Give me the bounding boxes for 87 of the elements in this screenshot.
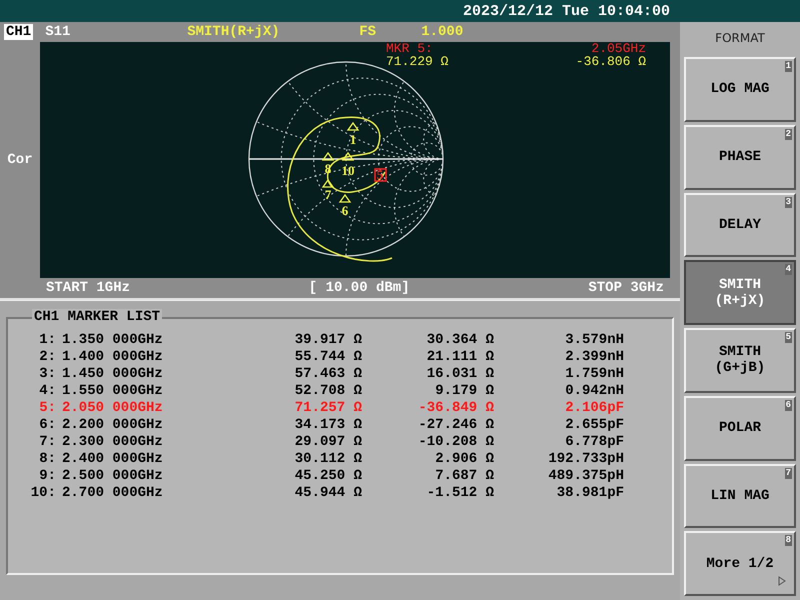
key-number: 3 bbox=[784, 196, 792, 208]
resistance-value: 34.173 Ω bbox=[294, 416, 362, 432]
reactance-value: -36.849 Ω bbox=[417, 400, 494, 416]
equivalent-value: 0.942nH bbox=[564, 382, 624, 398]
equivalent-value: 2.399nH bbox=[564, 348, 624, 364]
marker-label: 5 bbox=[376, 167, 384, 182]
marker-frequency: 2.700 000GHz bbox=[61, 484, 164, 500]
reactance-value: -27.246 Ω bbox=[417, 416, 494, 432]
marker-label: 10 bbox=[342, 163, 354, 178]
softkey-button[interactable]: PHASE 2 bbox=[684, 124, 796, 190]
channel-label: CH1 bbox=[4, 24, 34, 40]
start-frequency: START 1GHz bbox=[46, 280, 130, 296]
resistance-value: 39.917 Ω bbox=[294, 332, 362, 348]
reactance-value: -10.208 Ω bbox=[417, 434, 494, 450]
marker-frequency: 2.500 000GHz bbox=[61, 468, 164, 484]
menu-title: FORMAT bbox=[714, 30, 766, 47]
correction-label: Cor bbox=[7, 152, 33, 168]
reactance-value: 16.031 Ω bbox=[426, 366, 494, 382]
marker-number: 9: bbox=[38, 468, 56, 484]
softkey-button[interactable]: DELAY 3 bbox=[684, 192, 796, 258]
marker-number: 3: bbox=[38, 366, 56, 382]
resistance-value: 57.463 Ω bbox=[294, 366, 362, 382]
marker-label: 6 bbox=[342, 203, 348, 218]
reactance-value: 21.111 Ω bbox=[426, 348, 494, 364]
key-number: 5 bbox=[784, 332, 792, 343]
key-number: 7 bbox=[784, 468, 792, 478]
reactance-value: 30.364 Ω bbox=[426, 332, 494, 348]
equivalent-value: 489.375pH bbox=[547, 468, 624, 484]
marker-frequency: 1.400 000GHz bbox=[61, 348, 164, 364]
triangle-icon bbox=[778, 576, 786, 586]
marker-reactance: -36.806 Ω bbox=[576, 55, 646, 68]
date-time: 2023/12/12 Tue 10:04:00 bbox=[462, 2, 670, 20]
key-number: 1 bbox=[784, 61, 792, 72]
softkey-button[interactable]: POLAR 6 bbox=[684, 396, 796, 460]
parameter-label: S11 bbox=[45, 24, 72, 40]
marker-number: 6: bbox=[38, 416, 56, 432]
resistance-value: 29.097 Ω bbox=[294, 434, 362, 450]
equivalent-value: 2.106pF bbox=[564, 400, 624, 416]
marker-frequency: 2.300 000GHz bbox=[61, 434, 164, 450]
marker-number: 2: bbox=[38, 348, 56, 364]
resistance-value: 55.744 Ω bbox=[294, 348, 362, 364]
marker-label: 7 bbox=[324, 187, 332, 202]
power-level: [ 10.00 dBm] bbox=[308, 280, 410, 296]
equivalent-value: 38.981pF bbox=[556, 484, 624, 500]
resistance-value: 45.250 Ω bbox=[294, 468, 362, 484]
softkey-button[interactable]: LIN MAG 7 bbox=[684, 464, 796, 528]
marker-frequency: 2.400 000GHz bbox=[61, 450, 164, 466]
key-number: 8 bbox=[784, 535, 792, 546]
reactance-value: 7.687 Ω bbox=[434, 468, 494, 484]
scale-value: 1.000 bbox=[421, 24, 464, 40]
softkey-button[interactable]: SMITH (G+jB) 5 bbox=[684, 328, 796, 393]
marker-frequency: 2.05GHz bbox=[591, 42, 646, 55]
equivalent-value: 6.778pF bbox=[564, 434, 624, 450]
marker-frequency: 1.350 000GHz bbox=[61, 332, 164, 348]
marker-frequency: 1.550 000GHz bbox=[61, 382, 164, 398]
equivalent-value: 1.759nH bbox=[564, 366, 624, 382]
equivalent-value: 2.655pF bbox=[564, 416, 624, 432]
softkey-button[interactable]: More 1/2 8 bbox=[684, 531, 796, 596]
reactance-value: 9.179 Ω bbox=[434, 382, 494, 398]
marker-number: 8: bbox=[38, 450, 56, 466]
marker-number: 1: bbox=[38, 332, 56, 348]
marker-number: 10: bbox=[30, 484, 56, 500]
stop-frequency: STOP 3GHz bbox=[588, 280, 664, 296]
resistance-value: 45.944 Ω bbox=[294, 484, 362, 500]
marker-number: 7: bbox=[38, 434, 56, 450]
format-label: SMITH(R+jX) bbox=[187, 24, 281, 40]
marker-frequency: 1.450 000GHz bbox=[61, 366, 164, 382]
marker-label: 1 bbox=[350, 132, 356, 147]
resistance-value: 52.708 Ω bbox=[294, 382, 362, 398]
marker-number: 4: bbox=[38, 382, 56, 398]
resistance-value: 30.112 Ω bbox=[294, 450, 362, 466]
marker-number: 5: bbox=[38, 400, 56, 416]
marker-frequency: 2.050 000GHz bbox=[61, 400, 164, 416]
equivalent-value: 3.579nH bbox=[564, 332, 624, 348]
reactance-value: 2.906 Ω bbox=[434, 450, 494, 466]
marker-resistance: 71.229 Ω bbox=[386, 55, 448, 68]
softkey-button[interactable]: LOG MAG 1 bbox=[684, 57, 796, 122]
key-number: 2 bbox=[784, 128, 792, 140]
marker-name: MKR 5: bbox=[386, 42, 433, 55]
scale-label: FS bbox=[359, 24, 378, 40]
marker-frequency: 2.200 000GHz bbox=[61, 416, 164, 432]
key-number: 6 bbox=[784, 400, 792, 411]
resistance-value: 71.257 Ω bbox=[294, 400, 362, 416]
equivalent-value: 192.733pH bbox=[547, 450, 624, 466]
softkey-button[interactable]: SMITH (R+jX) 4 bbox=[684, 260, 796, 325]
reactance-value: -1.512 Ω bbox=[426, 484, 494, 500]
key-number: 4 bbox=[784, 264, 792, 276]
